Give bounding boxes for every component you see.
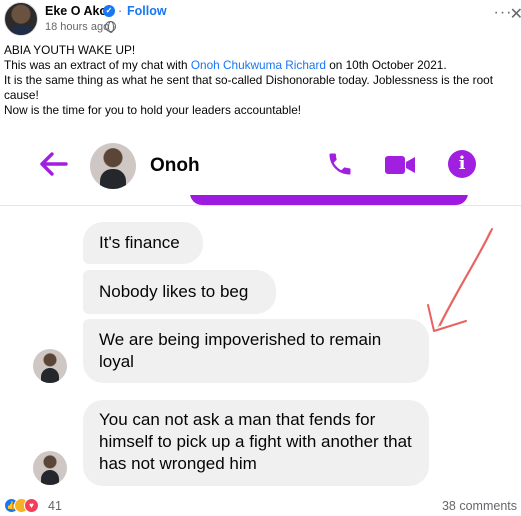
contact-name: Onoh xyxy=(150,155,200,176)
verified-icon: ✓ xyxy=(103,5,115,17)
message-bubble-highlighted: We are being impoverished to remain loya… xyxy=(83,319,429,383)
reaction-count[interactable]: 41 xyxy=(48,499,62,513)
contact-avatar-small xyxy=(33,451,67,485)
love-reaction-icon: ♥ xyxy=(24,498,39,513)
comments-link[interactable]: 38 comments xyxy=(442,499,517,513)
author-name[interactable]: Eke O Ako xyxy=(45,4,107,18)
close-icon[interactable]: ✕ xyxy=(510,4,521,24)
post-line-root-cause: It is the same thing as what he sent tha… xyxy=(4,73,493,102)
contact-avatar-small xyxy=(33,349,67,383)
author-avatar[interactable] xyxy=(4,2,38,36)
message-bubble: It's finance xyxy=(83,222,203,264)
separator-dot: · xyxy=(118,4,123,18)
phone-icon xyxy=(329,153,351,175)
back-arrow-icon xyxy=(40,152,68,176)
follow-button[interactable]: Follow xyxy=(127,4,167,18)
post-line-headline: ABIA YOUTH WAKE UP! xyxy=(4,43,136,57)
globe-icon xyxy=(105,21,116,33)
post-line-accountable: Now is the time for you to hold your lea… xyxy=(4,103,302,117)
header-divider xyxy=(0,205,521,206)
chat-header: Onoh i xyxy=(16,133,521,195)
post-body: ABIA YOUTH WAKE UP! This was an extract … xyxy=(4,43,514,118)
message-bubble: Nobody likes to beg xyxy=(83,270,276,314)
message-bubble: You can not ask a man that fends for him… xyxy=(83,400,429,486)
contact-avatar xyxy=(90,143,136,189)
post-header: Eke O Ako ✓ · Follow 18 hours ago · ··· … xyxy=(0,0,521,40)
video-icon xyxy=(385,156,415,174)
post-line-extract: This was an extract of my chat with Onoh… xyxy=(4,58,447,72)
red-arrow-annotation xyxy=(427,228,493,332)
mention-link[interactable]: Onoh Chukwuma Richard xyxy=(191,58,326,72)
info-icon: i xyxy=(448,150,476,178)
chat-screenshot-image[interactable]: Onoh i It's finance Nobody likes to beg … xyxy=(0,133,521,488)
